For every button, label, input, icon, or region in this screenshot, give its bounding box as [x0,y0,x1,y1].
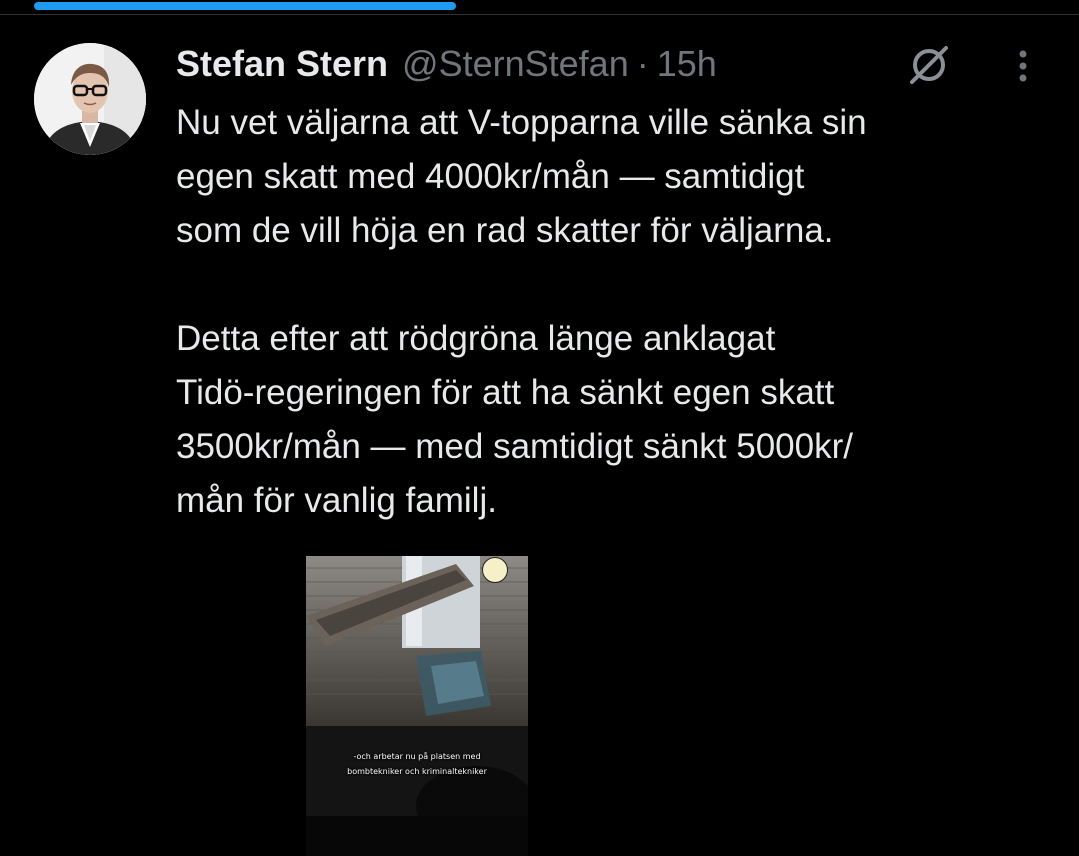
scroll-progress-bar [34,2,456,10]
tweet-body: Nu vet väljarna att V-topparna ville sän… [176,96,1056,528]
author-name[interactable]: Stefan Stern [176,43,388,85]
avatar-photo [34,43,146,155]
media-thumbnail [306,556,528,856]
author-handle[interactable]: @SternStefan [402,43,629,85]
media-caption-line-1: -och arbetar nu på platsen med [353,752,481,761]
header-separator: · [636,43,649,84]
media-caption-line-2: bombtekniker och kriminaltekniker [347,767,487,776]
tweet-media-video[interactable]: -och arbetar nu på platsen med bombtekni… [306,556,528,856]
tweet-header: Stefan Stern @SternStefan · 15h [176,40,717,88]
media-badge-icon [482,557,508,583]
tweet-paragraph-1: Nu vet väljarna att V-topparna ville sän… [176,103,867,250]
scroll-progress-track [0,0,1079,15]
tweet-paragraph-2: Detta efter att rödgröna länge anklagat … [176,319,853,520]
tweet-timestamp[interactable]: 15h [657,43,717,85]
avatar[interactable] [34,43,146,155]
grok-icon[interactable] [906,42,952,88]
more-options-icon[interactable] [1008,46,1038,86]
